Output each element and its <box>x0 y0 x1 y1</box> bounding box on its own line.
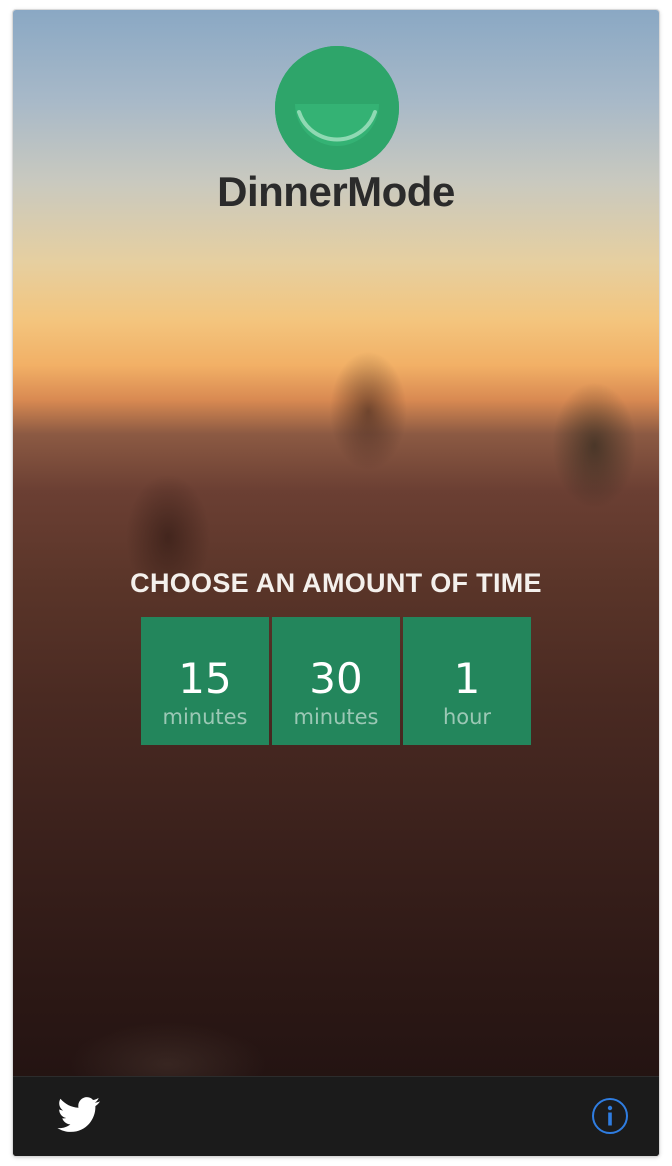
option-unit: minutes <box>293 705 379 729</box>
bottom-bar <box>13 1076 659 1156</box>
option-value: 15 <box>178 654 232 703</box>
option-value: 1 <box>453 654 481 703</box>
plate-smile-icon <box>275 46 399 170</box>
option-value: 30 <box>309 654 363 703</box>
app-screen: DinnerMode CHOOSE AN AMOUNT OF TIME 15 m… <box>13 10 659 1156</box>
twitter-icon[interactable] <box>57 1097 101 1133</box>
option-1-hour-button[interactable]: 1 hour <box>403 617 531 745</box>
time-prompt: CHOOSE AN AMOUNT OF TIME <box>130 568 542 598</box>
app-logo <box>275 46 399 170</box>
option-unit: hour <box>442 705 492 729</box>
option-unit: minutes <box>162 705 248 729</box>
app-name: DinnerMode <box>217 168 455 215</box>
info-icon[interactable] <box>591 1097 629 1135</box>
option-30-minutes-button[interactable]: 30 minutes <box>272 617 400 745</box>
option-15-minutes-button[interactable]: 15 minutes <box>141 617 269 745</box>
